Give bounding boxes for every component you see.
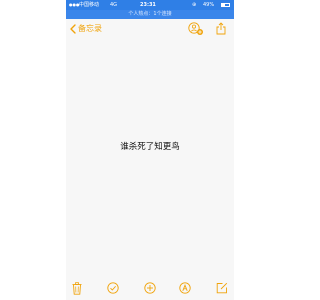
network-label: 4G <box>110 2 118 8</box>
hotspot-banner[interactable]: 个人热点：1个连接 <box>66 10 234 19</box>
navigation-bar: 备忘录 <box>66 19 234 39</box>
add-icon[interactable] <box>144 282 156 294</box>
status-bar: ●●● 中国移动 4G 23:31 ⊕ 49% <box>66 0 234 10</box>
back-button[interactable]: 备忘录 <box>70 22 102 36</box>
trash-icon[interactable] <box>72 282 82 295</box>
note-body[interactable]: 谁杀死了知更鸟 <box>66 140 234 152</box>
back-button-label: 备忘录 <box>78 24 102 33</box>
add-people-button[interactable] <box>188 22 204 36</box>
signal-icon: ●●● <box>69 2 80 7</box>
notes-screen: ●●● 中国移动 4G 23:31 ⊕ 49% 个人热点：1个连接 备忘录 谁杀… <box>66 0 234 300</box>
bottom-toolbar <box>66 278 234 300</box>
hotspot-text: 个人热点：1个连接 <box>128 11 172 17</box>
battery-fill <box>222 4 226 6</box>
clock-time: 23:31 <box>140 2 156 8</box>
markup-icon[interactable] <box>179 282 191 294</box>
share-icon <box>216 22 226 35</box>
checklist-icon[interactable] <box>107 282 119 294</box>
rotation-lock-icon: ⊕ <box>192 2 197 8</box>
share-button[interactable] <box>216 22 226 35</box>
compose-icon[interactable] <box>216 282 228 294</box>
add-people-icon <box>188 22 203 35</box>
battery-percent: 49% <box>203 2 215 8</box>
phone-frame: ●●● 中国移动 4G 23:31 ⊕ 49% 个人热点：1个连接 备忘录 谁杀… <box>0 0 300 300</box>
chevron-left-icon <box>70 24 76 34</box>
carrier-label: 中国移动 <box>79 2 100 8</box>
battery-icon <box>221 3 230 7</box>
